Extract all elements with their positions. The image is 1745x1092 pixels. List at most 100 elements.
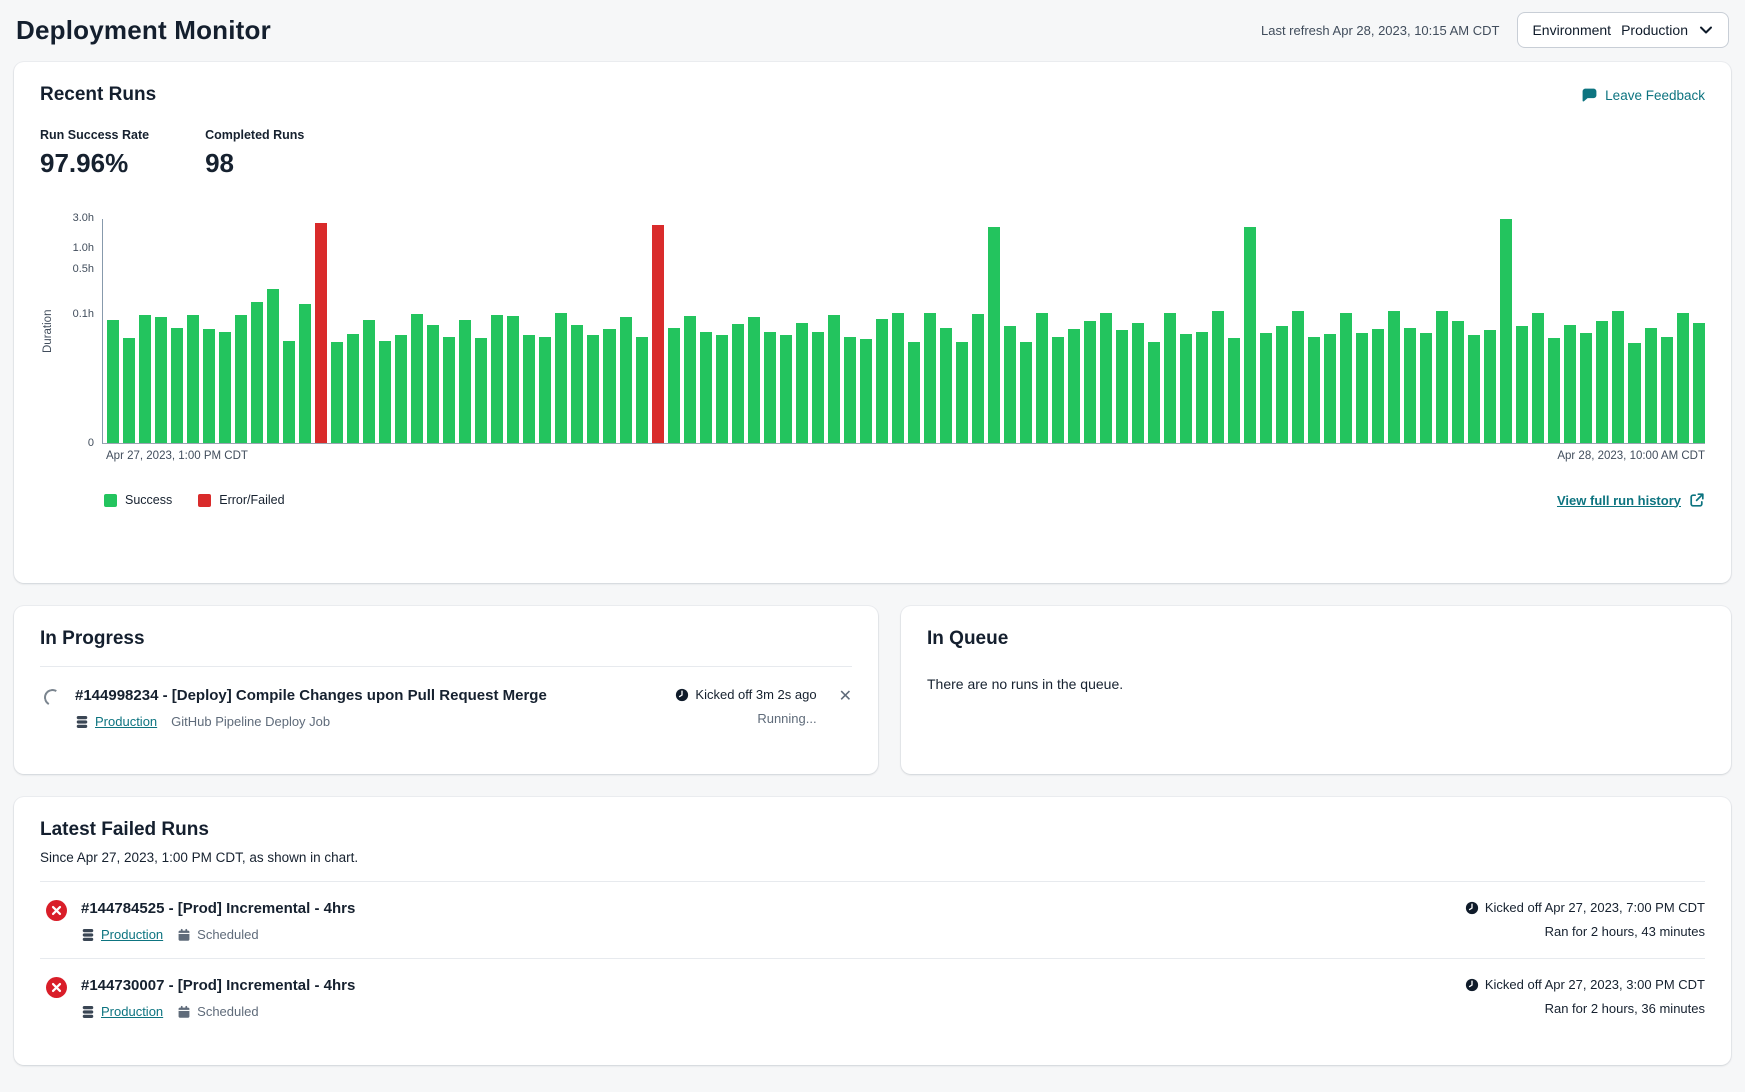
chart-bar-success[interactable] <box>123 338 135 443</box>
chart-bar-success[interactable] <box>411 314 423 443</box>
chart-bar-success[interactable] <box>1661 337 1673 443</box>
chart-bar-success[interactable] <box>908 342 920 443</box>
chart-bar-success[interactable] <box>491 315 503 443</box>
chart-bar-success[interactable] <box>1244 227 1256 443</box>
chart-bar-success[interactable] <box>1564 325 1576 443</box>
chart-bar-success[interactable] <box>395 335 407 443</box>
environment-link[interactable]: Production <box>101 1004 163 1019</box>
environment-link[interactable]: Production <box>101 927 163 942</box>
chart-bar-success[interactable] <box>876 319 888 443</box>
chart-bar-success[interactable] <box>1052 337 1064 443</box>
chart-bar-success[interactable] <box>1612 311 1624 443</box>
chart-bar-success[interactable] <box>171 328 183 443</box>
chart-bar-success[interactable] <box>1580 333 1592 443</box>
chart-bar-success[interactable] <box>331 342 343 443</box>
chart-bar-success[interactable] <box>892 313 904 443</box>
chart-bar-success[interactable] <box>1693 323 1705 443</box>
chart-bar-success[interactable] <box>812 332 824 443</box>
chart-bar-success[interactable] <box>1276 326 1288 443</box>
chart-bar-success[interactable] <box>1372 329 1384 443</box>
chart-bar-success[interactable] <box>235 315 247 443</box>
chart-bar-success[interactable] <box>1645 328 1657 443</box>
chart-bar-success[interactable] <box>1228 338 1240 443</box>
chart-bar-success[interactable] <box>1548 338 1560 443</box>
chart-bar-success[interactable] <box>539 337 551 443</box>
chart-bar-success[interactable] <box>924 313 936 443</box>
chart-bar-success[interactable] <box>443 337 455 443</box>
close-icon[interactable]: ✕ <box>839 687 852 705</box>
chart-bar-success[interactable] <box>780 335 792 443</box>
chart-bar-success[interactable] <box>1068 329 1080 443</box>
chart-bar-success[interactable] <box>1004 326 1016 443</box>
chart-bar-success[interactable] <box>251 302 263 443</box>
chart-bar-success[interactable] <box>1628 343 1640 443</box>
chart-bar-success[interactable] <box>1116 330 1128 443</box>
chart-bar-success[interactable] <box>475 338 487 443</box>
chart-bar-success[interactable] <box>700 332 712 443</box>
chart-bar-success[interactable] <box>587 335 599 443</box>
chart-bar-success[interactable] <box>283 341 295 444</box>
chart-bar-success[interactable] <box>764 332 776 443</box>
chart-bar-success[interactable] <box>379 341 391 444</box>
chart-bar-success[interactable] <box>1452 321 1464 443</box>
chart-bar-success[interactable] <box>1404 328 1416 443</box>
environment-dropdown[interactable]: Environment Production <box>1517 12 1729 48</box>
environment-link[interactable]: Production <box>95 714 157 729</box>
chart-bar-success[interactable] <box>620 317 632 443</box>
chart-bar-success[interactable] <box>603 329 615 443</box>
chart-bar-success[interactable] <box>1420 333 1432 443</box>
chart-bar-success[interactable] <box>956 342 968 443</box>
chart-bar-success[interactable] <box>203 329 215 443</box>
chart-bar-success[interactable] <box>1212 311 1224 443</box>
chart-bar-success[interactable] <box>732 324 744 443</box>
chart-bar-success[interactable] <box>571 325 583 443</box>
chart-bar-success[interactable] <box>427 325 439 443</box>
chart-bar-success[interactable] <box>828 315 840 443</box>
chart-bar-failed[interactable] <box>652 225 664 443</box>
chart-bar-success[interactable] <box>1340 313 1352 443</box>
chart-bar-success[interactable] <box>1388 311 1400 443</box>
chart-bar-success[interactable] <box>1180 334 1192 443</box>
chart-bar-success[interactable] <box>1516 326 1528 443</box>
chart-bar-success[interactable] <box>1677 313 1689 443</box>
chart-bar-success[interactable] <box>155 317 167 443</box>
view-full-run-history-link[interactable]: View full run history <box>1557 492 1705 508</box>
chart-bar-success[interactable] <box>347 334 359 443</box>
chart-bar-failed[interactable] <box>315 223 327 443</box>
chart-bar-success[interactable] <box>940 328 952 443</box>
chart-bar-success[interactable] <box>1292 311 1304 443</box>
chart-bar-success[interactable] <box>267 289 279 443</box>
chart-bar-success[interactable] <box>1100 313 1112 443</box>
chart-bar-success[interactable] <box>668 328 680 443</box>
chart-bar-success[interactable] <box>299 304 311 443</box>
chart-bar-success[interactable] <box>1148 342 1160 443</box>
chart-bar-success[interactable] <box>972 314 984 443</box>
chart-bar-success[interactable] <box>219 332 231 443</box>
chart-bar-success[interactable] <box>1308 337 1320 443</box>
chart-bar-success[interactable] <box>860 339 872 443</box>
chart-bar-success[interactable] <box>1468 335 1480 443</box>
chart-bar-success[interactable] <box>1436 311 1448 443</box>
chart-bar-success[interactable] <box>523 335 535 443</box>
chart-bar-success[interactable] <box>1260 333 1272 443</box>
chart-bar-success[interactable] <box>1484 330 1496 443</box>
chart-bar-success[interactable] <box>1036 313 1048 443</box>
chart-bar-success[interactable] <box>139 315 151 443</box>
chart-bar-success[interactable] <box>1020 342 1032 443</box>
chart-bar-success[interactable] <box>187 315 199 443</box>
chart-bar-success[interactable] <box>796 323 808 443</box>
chart-bar-success[interactable] <box>748 317 760 443</box>
chart-bar-success[interactable] <box>636 337 648 443</box>
chart-bar-success[interactable] <box>1596 321 1608 443</box>
chart-bar-success[interactable] <box>844 337 856 443</box>
chart-bar-success[interactable] <box>1356 333 1368 443</box>
chart-bar-success[interactable] <box>1324 334 1336 443</box>
chart-bar-success[interactable] <box>363 320 375 443</box>
chart-bar-success[interactable] <box>107 320 119 443</box>
leave-feedback-link[interactable]: Leave Feedback <box>1581 87 1705 104</box>
chart-bar-success[interactable] <box>1196 332 1208 443</box>
chart-bar-success[interactable] <box>716 335 728 443</box>
chart-bar-success[interactable] <box>1500 219 1512 443</box>
chart-bar-success[interactable] <box>1084 321 1096 443</box>
chart-bar-success[interactable] <box>555 313 567 443</box>
